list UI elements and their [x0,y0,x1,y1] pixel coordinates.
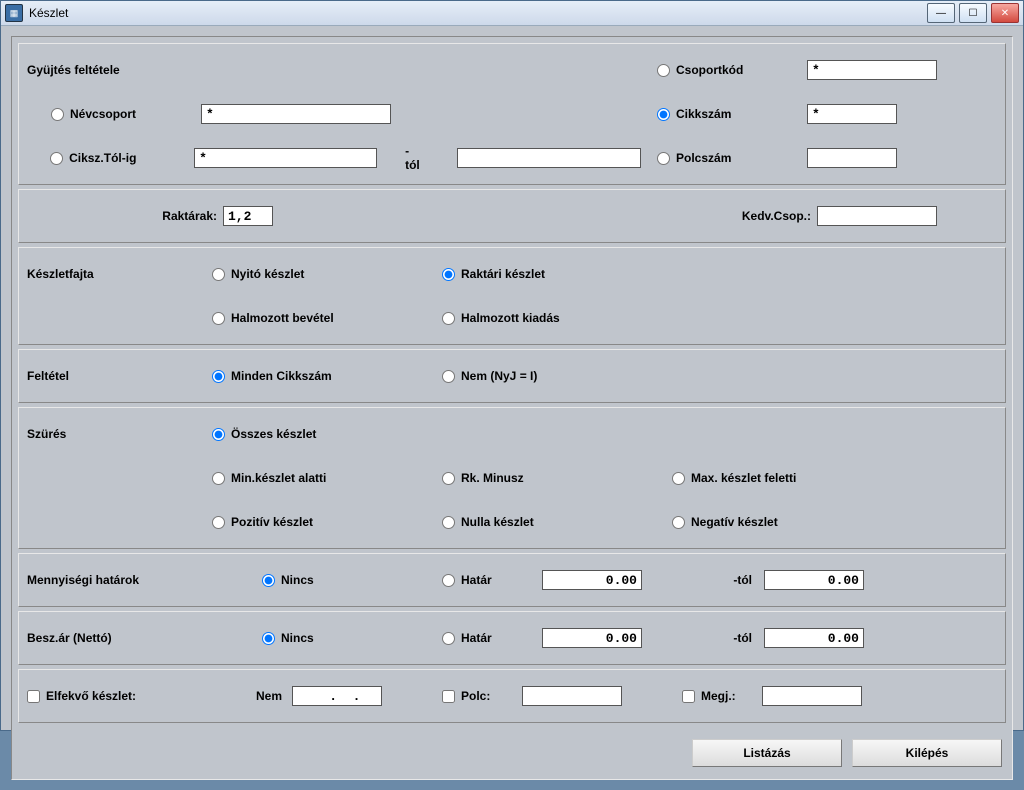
titlebar: ▦ Készlet — ☐ ✕ [1,1,1023,26]
szures-label: Szürés [27,427,212,441]
menny-label: Mennyiségi határok [27,573,262,587]
radio-pozitiv[interactable]: Pozitív készlet [212,515,442,529]
radio-osszes-label: Összes készlet [231,427,316,441]
check-megj-label: Megj.: [701,689,736,703]
group-elfekvo: Elfekvő készlet: Nem Polc: Megj.: [18,669,1006,723]
minimize-button[interactable]: — [927,3,955,23]
radio-nulla-label: Nulla készlet [461,515,534,529]
polc-input[interactable] [522,686,622,706]
tol-label-1: -tól [377,144,441,172]
radio-csoportkod-label: Csoportkód [676,63,743,77]
radio-nem-nyj[interactable]: Nem (NyJ = I) [442,369,672,383]
csoportkod-input[interactable] [807,60,937,80]
radio-polcszam-label: Polcszám [676,151,731,165]
ciksz-tol-input[interactable] [194,148,377,168]
radio-nevcsoport-label: Névcsoport [70,107,136,121]
radio-nyito-label: Nyitó készlet [231,267,304,281]
radio-minden-label: Minden Cikkszám [231,369,332,383]
check-polc[interactable]: Polc: [442,689,522,703]
besz-tol-input[interactable] [764,628,864,648]
group-beszar: Besz.ár (Nettó) Nincs Határ -tól [18,611,1006,665]
radio-cikkszam[interactable]: Cikkszám [657,107,807,121]
besz-hatar-input[interactable] [542,628,642,648]
radio-nevcsoport[interactable]: Névcsoport [51,107,201,121]
app-icon: ▦ [5,4,23,22]
besz-tol-label: -tól [733,631,752,645]
group-keszletfajta: Készletfajta Nyitó készlet Raktári készl… [18,247,1006,345]
radio-pozitiv-label: Pozitív készlet [231,515,313,529]
radio-halm-be-label: Halmozott bevétel [231,311,334,325]
radio-min-label: Min.készlet alatti [231,471,326,485]
radio-csoportkod[interactable]: Csoportkód [657,63,807,77]
radio-rk-minusz-label: Rk. Minusz [461,471,524,485]
radio-max-label: Max. készlet feletti [691,471,796,485]
radio-negativ-label: Negatív készlet [691,515,778,529]
radio-min[interactable]: Min.készlet alatti [212,471,442,485]
radio-ciksz-tol-ig[interactable]: Ciksz.Tól-ig [50,151,194,165]
check-elfekvo[interactable]: Elfekvő készlet: [27,689,227,703]
list-button[interactable]: Listázás [692,739,842,767]
check-polc-label: Polc: [461,689,490,703]
group-feltetel: Feltétel Minden Cikkszám Nem (NyJ = I) [18,349,1006,403]
close-button[interactable]: ✕ [991,3,1019,23]
megj-input[interactable] [762,686,862,706]
radio-menny-hatar[interactable]: Határ [442,573,542,587]
group-szures: Szürés Összes készlet Min.készlet alatti… [18,407,1006,549]
radio-cikkszam-label: Cikkszám [676,107,731,121]
group-raktarak: Raktárak: Kedv.Csop.: [18,189,1006,243]
raktarak-input[interactable] [223,206,273,226]
nem-label: Nem [227,689,292,703]
radio-menny-nincs[interactable]: Nincs [262,573,442,587]
exit-button[interactable]: Kilépés [852,739,1002,767]
radio-menny-nincs-label: Nincs [281,573,314,587]
radio-nem-nyj-label: Nem (NyJ = I) [461,369,537,383]
polcszam-input[interactable] [807,148,897,168]
nem-input[interactable] [292,686,382,706]
kedvcsop-input[interactable] [817,206,937,226]
keszletfajta-label: Készletfajta [27,267,212,281]
radio-besz-hatar-label: Határ [461,631,492,645]
radio-raktari[interactable]: Raktári készlet [442,267,672,281]
check-elfekvo-label: Elfekvő készlet: [46,689,136,703]
radio-besz-nincs[interactable]: Nincs [262,631,442,645]
menny-tol-label: -tól [733,573,752,587]
radio-halm-be[interactable]: Halmozott bevétel [212,311,442,325]
menny-hatar-input[interactable] [542,570,642,590]
check-megj[interactable]: Megj.: [682,689,762,703]
radio-besz-nincs-label: Nincs [281,631,314,645]
button-row: Listázás Kilépés [18,727,1006,773]
radio-ciksz-tol-ig-label: Ciksz.Tól-ig [69,151,136,165]
menny-tol-input[interactable] [764,570,864,590]
besz-label: Besz.ár (Nettó) [27,631,262,645]
radio-osszes[interactable]: Összes készlet [212,427,442,441]
radio-nyito[interactable]: Nyitó készlet [212,267,442,281]
ciksz-ig-input[interactable] [457,148,641,168]
app-window: ▦ Készlet — ☐ ✕ Gyüjtés feltétele [0,0,1024,731]
radio-halm-ki[interactable]: Halmozott kiadás [442,311,672,325]
maximize-button[interactable]: ☐ [959,3,987,23]
radio-halm-ki-label: Halmozott kiadás [461,311,560,325]
radio-rk-minusz[interactable]: Rk. Minusz [442,471,672,485]
radio-polcszam[interactable]: Polcszám [657,151,807,165]
radio-max[interactable]: Max. készlet feletti [672,471,902,485]
radio-nulla[interactable]: Nulla készlet [442,515,672,529]
cikkszam-input[interactable] [807,104,897,124]
group-gyujtes: Gyüjtés feltétele Névcsoport [18,43,1006,185]
kedvcsop-label: Kedv.Csop.: [742,209,817,223]
section-gyujtes-label: Gyüjtés feltétele [27,63,120,77]
radio-menny-hatar-label: Határ [461,573,492,587]
feltetel-label: Feltétel [27,369,212,383]
raktarak-label: Raktárak: [147,209,223,223]
radio-besz-hatar[interactable]: Határ [442,631,542,645]
radio-raktari-label: Raktári készlet [461,267,545,281]
window-title: Készlet [29,6,927,20]
radio-minden[interactable]: Minden Cikkszám [212,369,442,383]
nevcsoport-input[interactable] [201,104,391,124]
group-mennyisegi: Mennyiségi határok Nincs Határ -tól [18,553,1006,607]
radio-negativ[interactable]: Negatív készlet [672,515,902,529]
